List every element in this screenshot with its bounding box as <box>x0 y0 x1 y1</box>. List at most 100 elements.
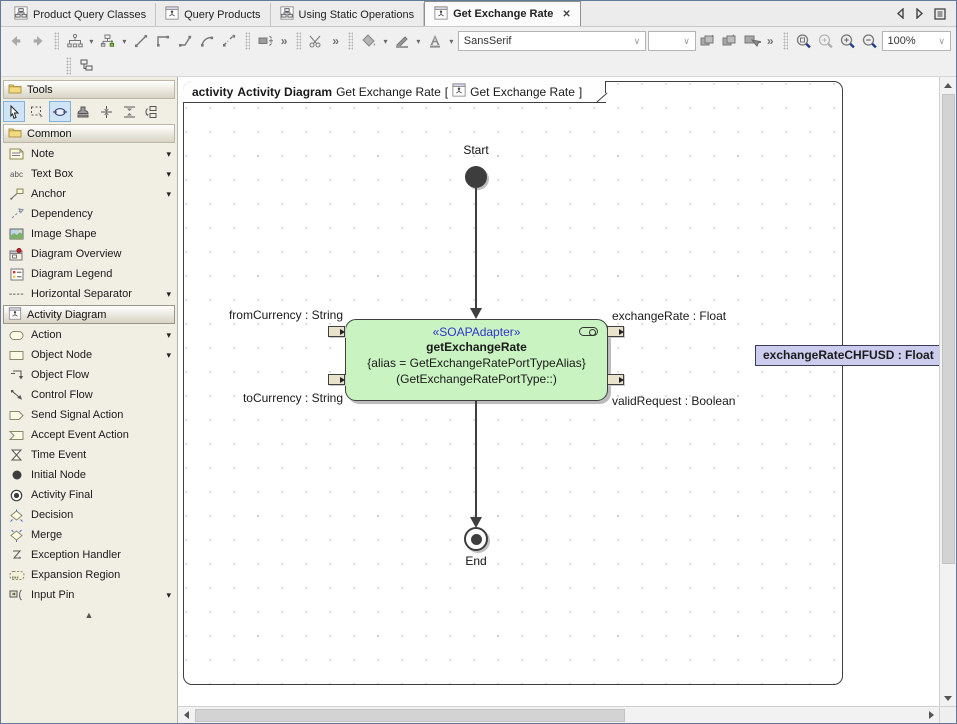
zoom-restore-button[interactable] <box>816 30 836 52</box>
line-style-oblique-button[interactable] <box>175 30 195 52</box>
add-related-elements-button[interactable] <box>98 30 118 52</box>
palette-item-action[interactable]: Action ▾ <box>1 325 177 345</box>
palette-item-image-shape[interactable]: Image Shape <box>1 224 177 244</box>
vertical-scrollbar[interactable] <box>939 77 956 706</box>
zoom-out-button[interactable] <box>860 30 880 52</box>
zoom-level-select[interactable]: 100% ∨ <box>882 31 951 51</box>
palette-item-object-node[interactable]: Object Node ▾ <box>1 345 177 365</box>
fit-in-window-button[interactable] <box>794 30 814 52</box>
overflow-chevron[interactable]: » <box>329 34 342 48</box>
horizontal-scrollbar[interactable] <box>178 706 939 723</box>
scroll-right-button[interactable] <box>923 707 939 723</box>
palette-item-control-flow[interactable]: Control Flow <box>1 385 177 405</box>
ungroup-button[interactable] <box>720 30 740 52</box>
font-family-select[interactable]: SansSerif ∨ <box>458 31 646 51</box>
stamp-tool-button[interactable] <box>72 101 94 122</box>
palette-item-diagram-legend[interactable]: Diagram Legend <box>1 264 177 284</box>
output-pin-validrequest[interactable] <box>607 374 624 385</box>
palette-item-merge[interactable]: Merge <box>1 525 177 545</box>
dropdown-icon[interactable]: ▾ <box>166 590 171 601</box>
horizontal-scroll-thumb[interactable] <box>195 709 625 722</box>
initial-node[interactable] <box>465 166 487 188</box>
overflow-chevron[interactable]: » <box>278 34 291 48</box>
activity-final-node[interactable] <box>464 527 488 551</box>
palette-item-initial-node[interactable]: Initial Node <box>1 465 177 485</box>
output-pin-exchangerate[interactable] <box>607 326 624 337</box>
palette-section-activity-diagram[interactable]: Activity Diagram <box>3 305 175 324</box>
dropdown-icon[interactable]: ▾ <box>166 350 171 361</box>
tab-using-static-operations[interactable]: Using Static Operations <box>271 3 425 26</box>
back-button[interactable] <box>6 30 26 52</box>
select-tool-button[interactable] <box>3 101 25 122</box>
dropdown-icon[interactable]: ▾ <box>166 189 171 200</box>
marquee-select-tool-button[interactable] <box>26 101 48 122</box>
tab-get-exchange-rate[interactable]: Get Exchange Rate ✕ <box>424 1 581 26</box>
activity-frame-title[interactable]: activity Activity Diagram Get Exchange R… <box>183 81 606 103</box>
tab-list-menu-icon[interactable] <box>934 8 946 20</box>
close-tab-icon[interactable]: ✕ <box>562 9 570 20</box>
palette-item-object-flow[interactable]: Object Flow <box>1 365 177 385</box>
line-style-straight-button[interactable] <box>131 30 151 52</box>
zoom-in-button[interactable] <box>838 30 858 52</box>
palette-item-anchor[interactable]: Anchor ▾ <box>1 184 177 204</box>
palette-item-time-event[interactable]: Time Event <box>1 445 177 465</box>
swap-elements-tool-button[interactable] <box>141 101 163 122</box>
dropdown-icon[interactable]: ▾ <box>166 289 171 300</box>
palette-item-activity-final[interactable]: Activity Final <box>1 485 177 505</box>
toolbar-drag-handle[interactable] <box>296 32 301 50</box>
palette-item-send-signal-action[interactable]: Send Signal Action <box>1 405 177 425</box>
toolbar-drag-handle[interactable] <box>54 32 59 50</box>
toolbar-drag-handle[interactable] <box>348 32 353 50</box>
fill-color-dropdown-icon[interactable]: ▾ <box>381 37 390 46</box>
toolbar-drag-handle[interactable] <box>783 32 788 50</box>
font-color-button[interactable] <box>425 30 445 52</box>
palette-item-decision[interactable]: Decision <box>1 505 177 525</box>
link-tool-button[interactable] <box>49 101 71 122</box>
scroll-up-button[interactable] <box>940 77 956 93</box>
refactor-cut-button[interactable] <box>307 30 327 52</box>
control-flow-edge[interactable] <box>475 401 477 518</box>
tab-product-query-classes[interactable]: Product Query Classes <box>5 3 156 26</box>
add-related-dropdown-icon[interactable]: ▾ <box>120 37 129 46</box>
font-color-dropdown-icon[interactable]: ▾ <box>447 37 456 46</box>
palette-item-dependency[interactable]: Dependency <box>1 204 177 224</box>
palette-item-note[interactable]: Note ▾ <box>1 144 177 164</box>
scroll-left-button[interactable] <box>178 707 194 723</box>
input-pin-tocurrency[interactable] <box>328 374 345 385</box>
palette-section-tools[interactable]: Tools <box>3 80 175 99</box>
dropdown-icon[interactable]: ▾ <box>166 169 171 180</box>
select-shape-button[interactable] <box>742 30 762 52</box>
line-style-curved-button[interactable] <box>197 30 217 52</box>
palette-collapse-button[interactable]: ▲ <box>1 608 177 622</box>
tab-query-products[interactable]: Query Products <box>156 3 270 26</box>
containment-structure-button[interactable] <box>77 55 97 77</box>
input-pin-fromcurrency[interactable] <box>328 326 345 337</box>
forward-button[interactable] <box>28 30 48 52</box>
initial-node-label[interactable]: Start <box>426 143 526 157</box>
line-color-dropdown-icon[interactable]: ▾ <box>414 37 423 46</box>
pin-label-exchangerate[interactable]: exchangeRate : Float <box>612 309 726 323</box>
scroll-down-button[interactable] <box>940 690 956 706</box>
align-tool-button[interactable] <box>118 101 140 122</box>
toolbar-drag-handle[interactable] <box>66 57 71 75</box>
action-getexchangerate[interactable]: «SOAPAdapter» getExchangeRate {alias = G… <box>345 319 608 401</box>
scroll-tabs-left-icon[interactable] <box>896 8 905 19</box>
palette-item-text-box[interactable]: abc Text Box ▾ <box>1 164 177 184</box>
pin-label-fromcurrency[interactable]: fromCurrency : String <box>198 308 343 322</box>
pin-label-validrequest[interactable]: validRequest : Boolean <box>612 394 735 408</box>
font-size-select[interactable]: ∨ <box>648 31 696 51</box>
line-style-rectilinear-button[interactable] <box>153 30 173 52</box>
fill-color-button[interactable] <box>359 30 379 52</box>
palette-item-horizontal-separator[interactable]: ---- Horizontal Separator ▾ <box>1 284 177 304</box>
palette-item-accept-event-action[interactable]: Accept Event Action <box>1 425 177 445</box>
control-flow-edge[interactable] <box>475 187 477 309</box>
group-button[interactable] <box>698 30 718 52</box>
toolbar-drag-handle[interactable] <box>245 32 250 50</box>
layout-tree-dropdown-icon[interactable]: ▾ <box>87 37 96 46</box>
overflow-chevron[interactable]: » <box>764 34 777 48</box>
distribute-vertical-tool-button[interactable] <box>95 101 117 122</box>
output-value-label[interactable]: exchangeRateCHFUSD : Float <box>755 345 939 366</box>
palette-item-exception-handler[interactable]: Exception Handler <box>1 545 177 565</box>
palette-item-expansion-region[interactable]: Expansion Region <box>1 565 177 585</box>
pin-label-tocurrency[interactable]: toCurrency : String <box>198 391 343 405</box>
